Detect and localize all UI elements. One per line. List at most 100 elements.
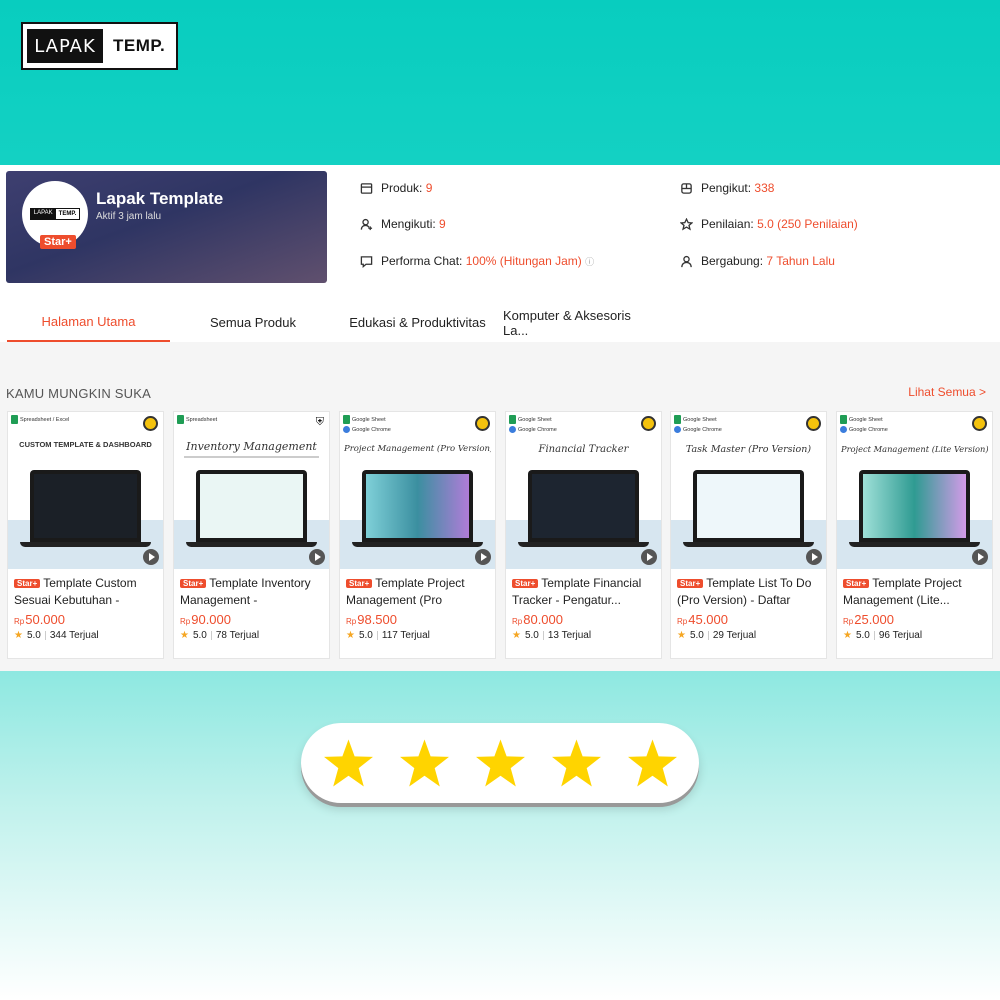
product-name[interactable]: Star+ Template List To Do (Pro Version) -… (677, 575, 820, 609)
play-video-icon[interactable] (972, 549, 988, 565)
star-icon (627, 739, 677, 787)
rating-star-icon: ★ (677, 630, 686, 641)
platform-tag-2: Google Chrome (509, 426, 557, 433)
stat-chat-value: 100% (Hitungan Jam) (465, 254, 582, 268)
shield-icon: ⛨ (315, 416, 324, 428)
currency: Rp (14, 617, 25, 626)
star-plus-tag: Star+ (677, 579, 704, 588)
help-icon[interactable]: ⓘ (585, 257, 594, 267)
play-video-icon[interactable] (641, 549, 657, 565)
divider (210, 631, 212, 640)
logo-right: TEMP. (113, 36, 166, 55)
product-card[interactable]: Spreadsheet / Excel CUSTOM TEMPLATE & DA… (7, 411, 164, 659)
laptop-screen (366, 474, 469, 538)
laptop-base (186, 542, 317, 547)
gold-badge-icon (475, 416, 490, 431)
stat-produk-label: Produk: (381, 181, 423, 195)
platform-tag-2-label: Google Chrome (518, 426, 557, 433)
product-price: Rp25.000 (843, 612, 986, 627)
star-plus-tag: Star+ (180, 579, 207, 588)
product-name[interactable]: Star+ Template Project Management (Lite..… (843, 575, 986, 609)
thumbnail-title: CUSTOM TEMPLATE & DASHBOARD (19, 440, 152, 449)
product-sold: 96 Terjual (878, 630, 923, 641)
price-value: 25.000 (854, 612, 894, 627)
laptop-image (528, 470, 639, 542)
star-icon (475, 739, 525, 787)
tab-edukasi[interactable]: Edukasi & Produktivitas (340, 303, 495, 342)
laptop-base (20, 542, 151, 547)
product-rating: 5.0 (855, 630, 870, 641)
tab-komputer[interactable]: Komputer & Aksesoris La... (503, 303, 658, 342)
see-all-link[interactable]: Lihat Semua > (908, 385, 986, 399)
product-thumbnail[interactable]: Google Sheet Google Chrome Project Manag… (340, 412, 495, 569)
product-thumbnail[interactable]: Google Sheet Google Chrome Project Manag… (837, 412, 992, 569)
currency: Rp (843, 617, 854, 626)
product-card[interactable]: Google Sheet Google Chrome Task Master (… (670, 411, 827, 659)
product-thumbnail[interactable]: Google Sheet Google Chrome Financial Tra… (506, 412, 661, 569)
product-sold: 117 Terjual (381, 630, 430, 641)
laptop-image (362, 470, 473, 542)
platform-tag-2: Google Chrome (343, 426, 391, 433)
product-meta: ★ 5.0 96 Terjual (843, 630, 986, 641)
stat-mengikuti[interactable]: Mengikuti: 9 (360, 217, 446, 231)
chrome-icon (674, 426, 681, 433)
product-price: Rp98.500 (346, 612, 489, 627)
play-video-icon[interactable] (475, 549, 491, 565)
stat-pengikut[interactable]: Pengikut: 338 (680, 181, 774, 195)
star-plus-tag: Star+ (346, 579, 373, 588)
product-name[interactable]: Star+Template Project Management (Pro Ve… (346, 575, 489, 609)
platform-tag: Google Sheet (674, 415, 717, 424)
product-price: Rp45.000 (677, 612, 820, 627)
divider (542, 631, 544, 640)
star-icon (399, 739, 449, 787)
product-rating: 5.0 (689, 630, 704, 641)
tab-halaman-utama[interactable]: Halaman Utama (7, 303, 170, 342)
laptop-image (196, 470, 307, 542)
play-video-icon[interactable] (143, 549, 159, 565)
price-value: 98.500 (357, 612, 397, 627)
shop-card[interactable]: LAPAK TEMP. Star+ Lapak Template Aktif 3… (6, 171, 327, 283)
stat-produk[interactable]: Produk: 9 (360, 181, 432, 195)
product-thumbnail[interactable]: Spreadsheet ⛨ Inventory Management (174, 412, 329, 569)
currency: Rp (677, 617, 688, 626)
play-video-icon[interactable] (806, 549, 822, 565)
divider (44, 631, 46, 640)
stat-bergabung-label: Bergabung: (701, 254, 764, 268)
gold-badge-icon (641, 416, 656, 431)
divider (707, 631, 709, 640)
product-card[interactable]: Spreadsheet ⛨ Inventory Management Star+… (173, 411, 330, 659)
play-video-icon[interactable] (309, 549, 325, 565)
avatar-logo: LAPAK TEMP. (29, 208, 81, 220)
product-thumbnail[interactable]: Spreadsheet / Excel CUSTOM TEMPLATE & DA… (8, 412, 163, 569)
platform-tag-2-label: Google Chrome (352, 426, 391, 433)
product-name[interactable]: Star+ Template Financial Tracker - Pengat… (512, 575, 655, 609)
stat-chat[interactable]: Performa Chat: 100% (Hitungan Jam) ⓘ (360, 254, 594, 268)
laptop-base (849, 542, 980, 547)
shop-name: Lapak Template (96, 189, 224, 208)
product-meta: ★ 5.0 29 Terjual (677, 630, 820, 641)
price-value: 50.000 (25, 612, 65, 627)
stat-penilaian[interactable]: Penilaian: 5.0 (250 Penilaian) (680, 217, 858, 231)
stat-pengikut-value: 338 (754, 181, 775, 195)
product-meta: ★ 5.0 78 Terjual (180, 630, 323, 641)
gold-badge-icon (806, 416, 821, 431)
gold-badge-icon (143, 416, 158, 431)
tab-semua-produk[interactable]: Semua Produk (180, 303, 326, 342)
chat-icon (360, 255, 373, 268)
platform-tag: Google Sheet (509, 415, 552, 424)
thumbnail-title: Task Master (Pro Version) (685, 444, 812, 455)
rating-star-icon: ★ (512, 630, 521, 641)
product-card[interactable]: Google Sheet Google Chrome Project Manag… (836, 411, 993, 659)
laptop-base (683, 542, 814, 547)
product-thumbnail[interactable]: Google Sheet Google Chrome Task Master (… (671, 412, 826, 569)
product-rating: 5.0 (192, 630, 207, 641)
rating-star-icon: ★ (346, 630, 355, 641)
product-card[interactable]: Google Sheet Google Chrome Project Manag… (339, 411, 496, 659)
laptop-image (693, 470, 804, 542)
product-name[interactable]: Star+ Template Custom Sesuai Kebutuhan - … (14, 575, 157, 609)
shop-active-status: Aktif 3 jam lalu (96, 211, 162, 222)
stat-bergabung[interactable]: Bergabung: 7 Tahun Lalu (680, 254, 835, 268)
platform-tag-2-label: Google Chrome (849, 426, 888, 433)
product-name[interactable]: Star+Template Inventory Management - Man… (180, 575, 323, 609)
product-card[interactable]: Google Sheet Google Chrome Financial Tra… (505, 411, 662, 659)
